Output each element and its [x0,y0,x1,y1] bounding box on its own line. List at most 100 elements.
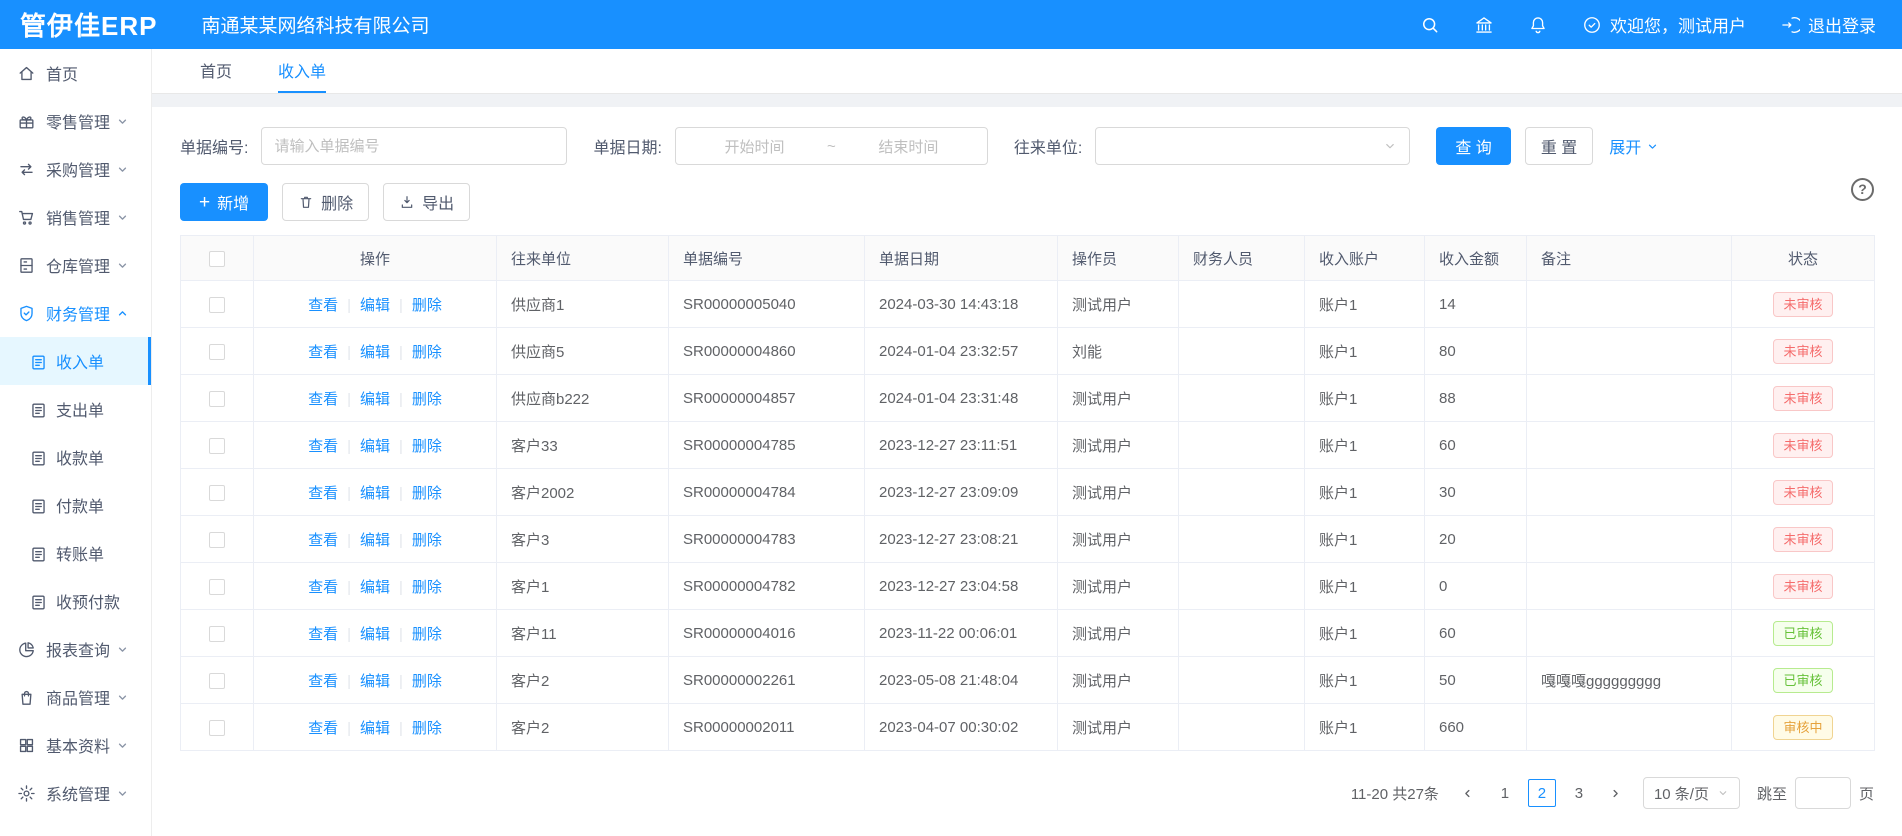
row-action-编辑[interactable]: 编辑 [360,673,390,690]
row-action-查看[interactable]: 查看 [308,391,338,408]
row-action-删除[interactable]: 删除 [412,297,442,314]
page-button-3[interactable]: 3 [1565,779,1593,807]
sidebar-item-home[interactable]: 首页 [0,49,151,97]
chevron-down-icon [1383,139,1397,153]
row-action-删除[interactable]: 删除 [412,720,442,737]
row-action-查看[interactable]: 查看 [308,720,338,737]
doc-icon [29,497,46,514]
sidebar-item-warehouse[interactable]: 仓库管理 [0,241,151,289]
select-all-checkbox[interactable] [209,251,225,267]
cell-finance-staff [1179,704,1305,751]
cell-finance-staff [1179,610,1305,657]
row-action-编辑[interactable]: 编辑 [360,344,390,361]
search-button[interactable]: 查 询 [1436,127,1510,165]
row-action-删除[interactable]: 删除 [412,626,442,643]
row-checkbox[interactable] [209,626,225,642]
cell-partner: 客户2 [497,657,669,704]
row-action-删除[interactable]: 删除 [412,344,442,361]
row-action-查看[interactable]: 查看 [308,532,338,549]
row-checkbox[interactable] [209,720,225,736]
page-size-select[interactable]: 10 条/页 [1643,777,1740,809]
logout-button[interactable]: 退出登录 [1780,12,1876,37]
row-action-查看[interactable]: 查看 [308,626,338,643]
bell-icon[interactable] [1528,15,1548,35]
row-action-编辑[interactable]: 编辑 [360,297,390,314]
sidebar-item-receipt[interactable]: 收款单 [0,433,151,481]
row-action-查看[interactable]: 查看 [308,673,338,690]
sidebar-item-reports[interactable]: 报表查询 [0,625,151,673]
sidebar-item-expense[interactable]: 支出单 [0,385,151,433]
user-welcome[interactable]: 欢迎您，测试用户 [1582,12,1746,37]
row-checkbox[interactable] [209,485,225,501]
cell-bill-date: 2023-12-27 23:09:09 [865,469,1058,516]
prev-page-button[interactable] [1454,779,1482,807]
expand-link[interactable]: 展开 [1609,134,1659,158]
table-row: 查看|编辑|删除客户11SR000000040162023-11-22 00:0… [181,610,1875,657]
sidebar-item-basic[interactable]: 基本资料 [0,721,151,769]
row-action-查看[interactable]: 查看 [308,579,338,596]
reset-button[interactable]: 重 置 [1525,127,1593,165]
sidebar-item-advance[interactable]: 收预付款 [0,577,151,625]
row-checkbox[interactable] [209,344,225,360]
row-action-编辑[interactable]: 编辑 [360,626,390,643]
row-checkbox[interactable] [209,532,225,548]
row-checkbox[interactable] [209,673,225,689]
cell-partner: 供应商b222 [497,375,669,422]
sidebar-item-goods[interactable]: 商品管理 [0,673,151,721]
next-page-button[interactable] [1602,779,1630,807]
tab-收入单[interactable]: 收入单 [278,49,326,93]
row-action-删除[interactable]: 删除 [412,485,442,502]
row-action-删除[interactable]: 删除 [412,391,442,408]
row-action-删除[interactable]: 删除 [412,438,442,455]
row-checkbox[interactable] [209,391,225,407]
row-action-编辑[interactable]: 编辑 [360,720,390,737]
bank-icon[interactable] [1474,15,1494,35]
row-action-查看[interactable]: 查看 [308,485,338,502]
chevron-down-icon [116,211,129,224]
sidebar-item-purchase[interactable]: 采购管理 [0,145,151,193]
action-separator: | [399,297,403,314]
cell-remark [1527,516,1732,563]
row-action-查看[interactable]: 查看 [308,297,338,314]
row-action-删除[interactable]: 删除 [412,579,442,596]
row-checkbox[interactable] [209,579,225,595]
sidebar-item-system[interactable]: 系统管理 [0,769,151,817]
partner-select[interactable] [1095,127,1410,165]
row-action-查看[interactable]: 查看 [308,438,338,455]
sidebar-item-retail[interactable]: 零售管理 [0,97,151,145]
sidebar-item-income[interactable]: 收入单 [0,337,151,385]
help-icon[interactable]: ? [1851,178,1874,201]
row-action-查看[interactable]: 查看 [308,344,338,361]
row-action-编辑[interactable]: 编辑 [360,485,390,502]
add-button[interactable]: + 新增 [180,183,268,221]
delete-button[interactable]: 删除 [282,183,369,221]
action-separator: | [347,720,351,737]
page-button-1[interactable]: 1 [1491,779,1519,807]
cell-bill-no: SR00000004783 [669,516,865,563]
export-button[interactable]: 导出 [383,183,470,221]
download-icon [399,194,415,210]
row-checkbox[interactable] [209,297,225,313]
sidebar-item-finance[interactable]: 财务管理 [0,289,151,337]
cell-bill-date: 2024-03-30 14:43:18 [865,281,1058,328]
cell-operator: 测试用户 [1058,422,1179,469]
sidebar-item-transfer[interactable]: 转账单 [0,529,151,577]
tab-首页[interactable]: 首页 [200,49,232,93]
action-separator: | [347,673,351,690]
date-range-picker[interactable]: 开始时间 ~ 结束时间 [675,127,988,165]
sidebar-item-sales[interactable]: 销售管理 [0,193,151,241]
search-icon[interactable] [1420,15,1440,35]
cell-income-account: 账户1 [1305,375,1425,422]
row-action-编辑[interactable]: 编辑 [360,438,390,455]
row-action-编辑[interactable]: 编辑 [360,579,390,596]
row-action-删除[interactable]: 删除 [412,673,442,690]
row-action-编辑[interactable]: 编辑 [360,532,390,549]
sidebar-item-payment[interactable]: 付款单 [0,481,151,529]
page-button-2[interactable]: 2 [1528,779,1556,807]
row-checkbox[interactable] [209,438,225,454]
cell-partner: 客户11 [497,610,669,657]
bill-no-input[interactable] [274,138,554,155]
row-action-编辑[interactable]: 编辑 [360,391,390,408]
row-action-删除[interactable]: 删除 [412,532,442,549]
jump-page-input[interactable] [1795,777,1851,809]
